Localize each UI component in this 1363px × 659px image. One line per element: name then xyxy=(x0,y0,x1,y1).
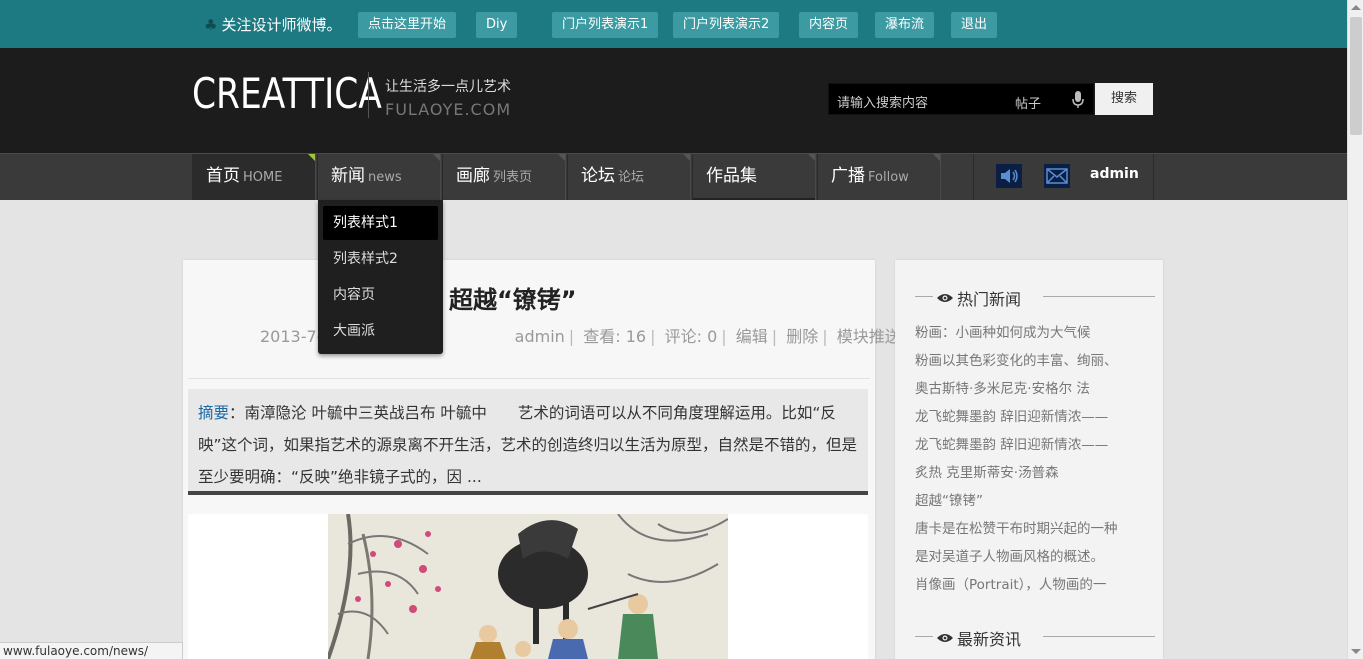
article-title: 超越“镣铐” xyxy=(449,286,577,314)
nav-item-gallery[interactable]: 画廊 列表页 xyxy=(442,154,566,200)
waterfall-button[interactable]: 瀑布流 xyxy=(875,12,935,38)
nav-corner xyxy=(808,154,815,161)
eye-icon xyxy=(937,294,953,302)
user-name[interactable]: admin xyxy=(1090,166,1139,182)
nav-corner xyxy=(558,154,565,161)
article-comments: 评论: 0 xyxy=(664,327,718,346)
summary-label: 摘要 xyxy=(198,404,230,422)
article-author[interactable]: admin xyxy=(515,327,565,346)
sidebar: 热门新闻 粉画：小画种如何成为大气候 粉画以其色彩变化的丰富、绚丽、 奥古斯特·… xyxy=(895,260,1163,659)
nav-label: 作品集 xyxy=(706,166,757,186)
top-bar: ♣ 关注设计师微博。 点击这里开始 Diy 门户列表演示1 门户列表演示2 内容… xyxy=(0,0,1347,48)
dropdown-item-content-page[interactable]: 内容页 xyxy=(323,278,438,312)
module-push-link[interactable]: 模块推送 xyxy=(837,327,901,346)
nav-item-portfolio[interactable]: 作品集 xyxy=(692,154,816,200)
search-input[interactable]: 请输入搜索内容 帖子 xyxy=(828,83,1094,115)
nav-item-forum[interactable]: 论坛 论坛 xyxy=(567,154,691,200)
scrollbar-thumb[interactable] xyxy=(1350,17,1362,135)
nav-corner xyxy=(683,154,690,161)
article-image-area xyxy=(188,514,868,659)
nav-label: 画廊 xyxy=(456,166,490,186)
site-slogan: 让生活多一点儿艺术 xyxy=(385,79,511,95)
heading-line-right xyxy=(1043,296,1155,297)
page-scrollbar[interactable] xyxy=(1347,0,1363,659)
hot-news-item[interactable]: 龙飞蛇舞墨韵 辞旧迎新情浓—— xyxy=(915,405,1108,425)
logo-divider xyxy=(368,72,369,118)
nav-item-broadcast[interactable]: 广播 Follow xyxy=(817,154,941,200)
nav-corner xyxy=(433,154,440,161)
hot-news-item[interactable]: 唐卡是在松赞干布时期兴起的一种 xyxy=(915,517,1118,537)
nav-sub: Follow xyxy=(868,170,909,185)
heading-line-left xyxy=(915,296,933,297)
speaker-icon[interactable] xyxy=(996,164,1022,188)
delete-link[interactable]: 删除 xyxy=(786,327,818,346)
browser-status-bar: www.fulaoye.com/news/ xyxy=(0,642,183,659)
latest-news-title: 最新资讯 xyxy=(937,626,1021,650)
hot-news-item[interactable]: 粉画以其色彩变化的丰富、绚丽、 xyxy=(915,349,1118,369)
article-painting-image[interactable] xyxy=(328,514,728,659)
nav-label: 广播 xyxy=(831,166,865,186)
main-nav: 首页 HOME 新闻 news 画廊 列表页 论坛 论坛 作品集 广播 Follow xyxy=(0,153,1347,200)
microphone-icon[interactable] xyxy=(1071,90,1085,110)
nav-item-home[interactable]: 首页 HOME xyxy=(192,154,316,200)
content-page-button[interactable]: 内容页 xyxy=(799,12,859,38)
follow-text: 关注设计师微博。 xyxy=(221,16,342,34)
nav-label: 首页 xyxy=(206,166,240,186)
follow-designer[interactable]: ♣ 关注设计师微博。 xyxy=(204,14,341,35)
nav-item-news[interactable]: 新闻 news xyxy=(317,154,441,200)
club-icon: ♣ xyxy=(204,15,218,34)
search-button[interactable]: 搜索 xyxy=(1095,83,1153,115)
hot-news-item[interactable]: 奥古斯特·多米尼克·安格尔 法 xyxy=(915,377,1090,397)
edit-link[interactable]: 编辑 xyxy=(736,327,768,346)
latest-news-header: 最新资讯 xyxy=(915,626,1155,649)
latest-news-title-text: 最新资讯 xyxy=(957,630,1022,649)
hot-news-item[interactable]: 是对吴道子人物画风格的概述。 xyxy=(915,545,1104,565)
hot-news-item[interactable]: 粉画：小画种如何成为大气候 xyxy=(915,321,1091,341)
nav-label: 新闻 xyxy=(331,166,365,186)
hot-news-title-text: 热门新闻 xyxy=(957,290,1022,309)
article-summary: 摘要：南漳隐沦 叶毓中三英战吕布 叶毓中 艺术的词语可以从不同角度理解运用。比如… xyxy=(188,389,868,495)
divider xyxy=(188,378,870,379)
nav-label: 论坛 xyxy=(581,166,615,186)
nav-user-area: admin xyxy=(973,154,1154,200)
portal-list-demo-2-button[interactable]: 门户列表演示2 xyxy=(673,12,780,38)
hot-news-title: 热门新闻 xyxy=(937,286,1021,310)
nav-sub: 论坛 xyxy=(618,170,645,185)
news-dropdown-menu: 列表样式1 列表样式2 内容页 大画派 xyxy=(318,200,443,354)
article-date: 2013-7- xyxy=(260,327,323,346)
search-placeholder: 请输入搜索内容 xyxy=(837,96,929,111)
logout-button[interactable]: 退出 xyxy=(951,12,998,38)
summary-text: ：南漳隐沦 叶毓中三英战吕布 叶毓中 艺术的词语可以从不同角度理解运用。比如“反… xyxy=(198,404,858,486)
search-type-select[interactable]: 帖子 xyxy=(1015,93,1041,112)
nav-corner xyxy=(933,154,940,161)
site-header: CREATTICA 让生活多一点儿艺术 FULAOYE.COM 请输入搜索内容 … xyxy=(0,48,1347,153)
start-here-button[interactable]: 点击这里开始 xyxy=(358,12,457,38)
hot-news-item[interactable]: 肖像画（Portrait），人物画的一 xyxy=(915,573,1106,593)
nav-sub: news xyxy=(368,170,402,185)
hot-news-header: 热门新闻 xyxy=(915,286,1155,309)
portal-list-demo-1-button[interactable]: 门户列表演示1 xyxy=(552,12,659,38)
heading-line-left xyxy=(915,636,933,637)
nav-underline xyxy=(693,198,815,200)
heading-line-right xyxy=(1043,636,1155,637)
nav-sub: 列表页 xyxy=(493,170,533,185)
site-logo[interactable]: CREATTICA xyxy=(192,70,382,118)
hot-news-item[interactable]: 龙飞蛇舞墨韵 辞旧迎新情浓—— xyxy=(915,433,1108,453)
hot-news-item[interactable]: 炙热 克里斯蒂安·汤普森 xyxy=(915,461,1059,481)
scroll-up-icon[interactable] xyxy=(1351,5,1361,10)
eye-icon xyxy=(937,634,953,642)
article-views: 查看: 16 xyxy=(583,327,647,346)
scroll-down-icon[interactable] xyxy=(1351,649,1361,654)
mail-icon[interactable] xyxy=(1044,164,1070,188)
dropdown-item-big-painting[interactable]: 大画派 xyxy=(323,314,438,348)
hot-news-item[interactable]: 超越“镣铐” xyxy=(915,489,983,509)
article-panel: 超越“镣铐” 2013-7- admin | 查看: 16 | 评论: 0 | 编辑 |… xyxy=(183,260,901,659)
site-domain: FULAOYE.COM xyxy=(385,100,512,119)
nav-corner xyxy=(308,154,315,161)
dropdown-item-list-style-1[interactable]: 列表样式1 xyxy=(323,206,438,240)
diy-button[interactable]: Diy xyxy=(476,12,518,38)
dropdown-item-list-style-2[interactable]: 列表样式2 xyxy=(323,242,438,276)
nav-sub: HOME xyxy=(243,170,283,185)
